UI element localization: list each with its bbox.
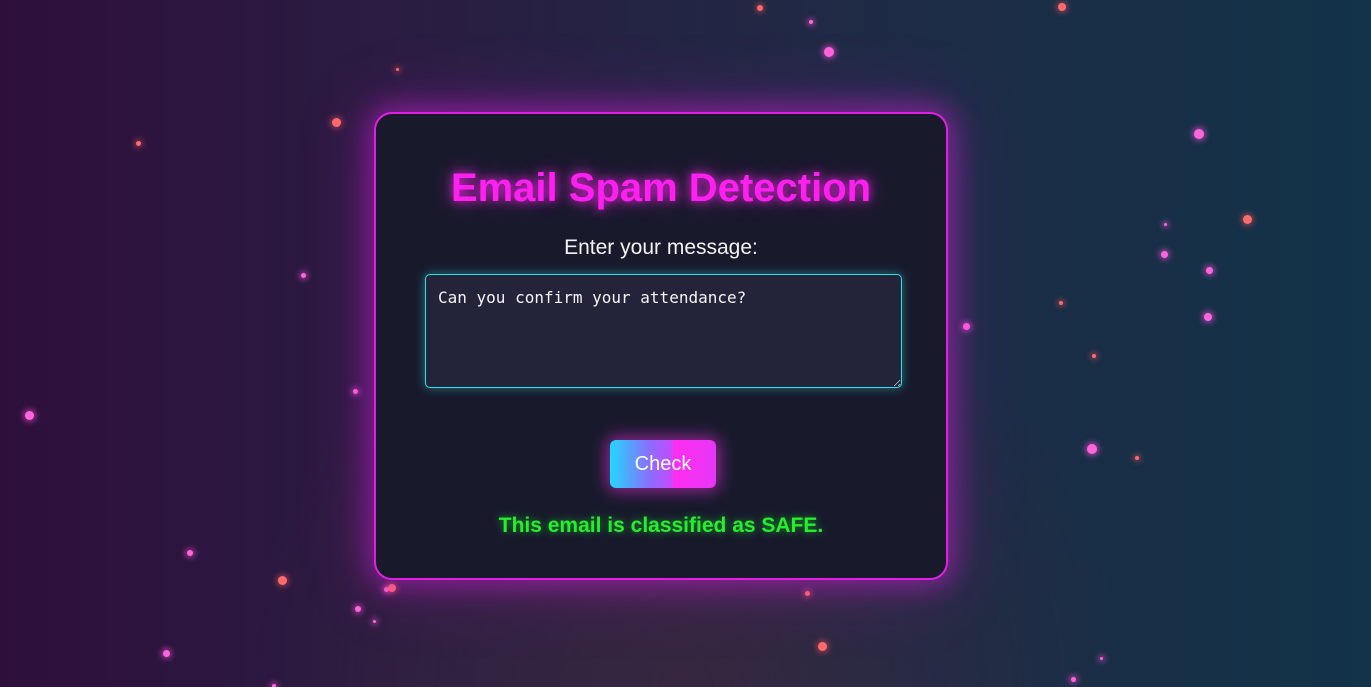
particle xyxy=(809,20,813,24)
particle xyxy=(1161,251,1168,258)
particle xyxy=(824,47,834,57)
particle xyxy=(353,389,358,394)
particle xyxy=(1087,444,1097,454)
particle xyxy=(384,587,389,592)
particle xyxy=(818,642,827,651)
particle xyxy=(1243,215,1252,224)
particle xyxy=(1135,456,1139,460)
particle xyxy=(1071,677,1076,682)
message-textarea[interactable] xyxy=(425,274,902,388)
particle xyxy=(278,576,287,585)
classification-result: This email is classified as SAFE. xyxy=(498,514,824,537)
particle xyxy=(25,411,34,420)
particle xyxy=(163,650,170,657)
particle xyxy=(1204,313,1212,321)
particle xyxy=(963,323,970,330)
particle xyxy=(1206,267,1213,274)
particle xyxy=(388,584,396,592)
particle xyxy=(1059,301,1063,305)
particle xyxy=(332,118,341,127)
page-title: Email Spam Detection xyxy=(450,166,872,210)
message-input-label: Enter your message: xyxy=(564,236,758,259)
particle xyxy=(1092,354,1096,358)
particle xyxy=(1164,223,1167,226)
particle xyxy=(1194,129,1204,139)
particle xyxy=(136,141,141,146)
particle xyxy=(396,68,399,71)
particle xyxy=(757,5,763,11)
check-button[interactable]: Check xyxy=(610,440,716,488)
particle xyxy=(187,550,193,556)
particle xyxy=(805,591,810,596)
particle xyxy=(355,606,361,612)
spam-detection-card: Email Spam Detection Enter your message:… xyxy=(374,112,948,580)
particle xyxy=(1100,657,1103,660)
particle xyxy=(301,273,306,278)
particle xyxy=(1058,3,1066,11)
particle xyxy=(373,620,376,623)
